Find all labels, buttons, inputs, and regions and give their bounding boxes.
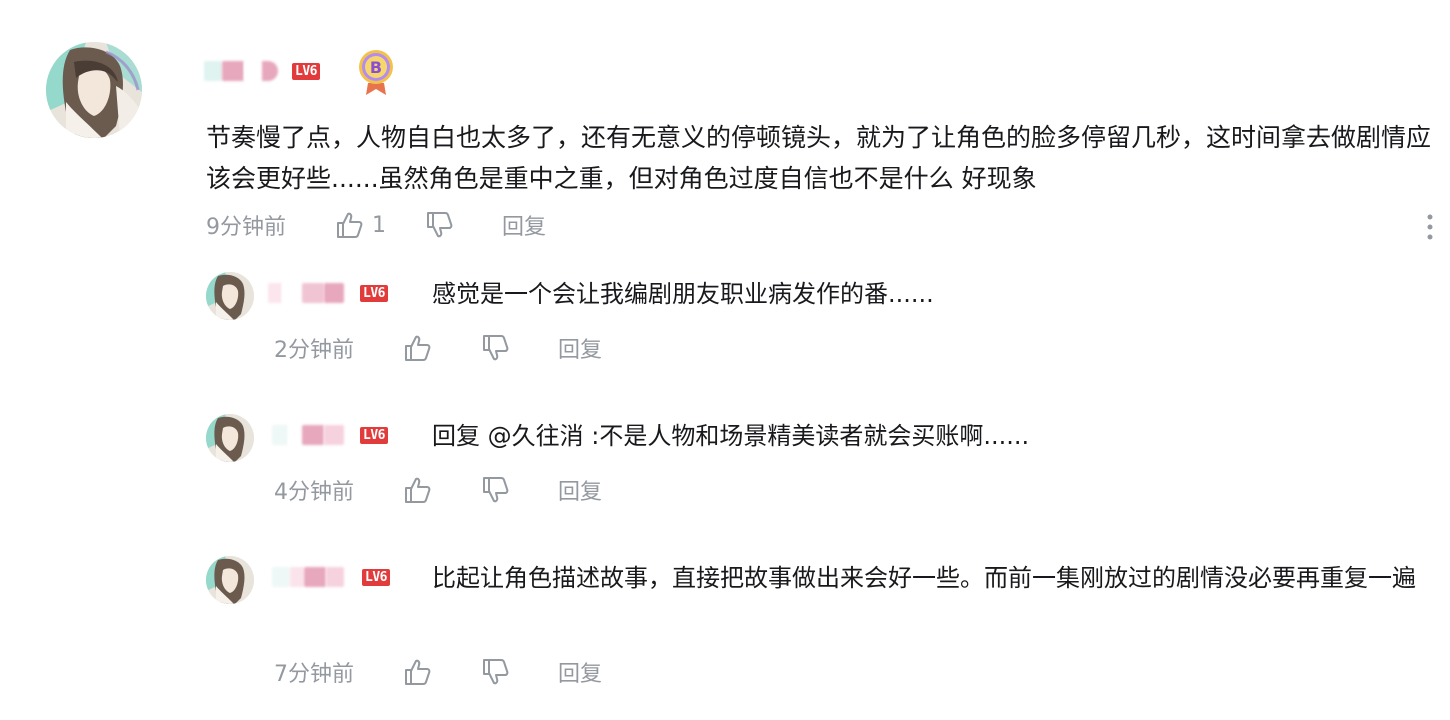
dislike-button[interactable] xyxy=(480,475,510,505)
blurred-username xyxy=(272,425,288,445)
like-button[interactable] xyxy=(402,475,432,505)
blurred-username xyxy=(204,61,222,81)
thumb-down-icon xyxy=(427,212,453,238)
reply-actions: 7分钟前 回复 xyxy=(274,655,602,689)
blurred-username xyxy=(324,425,344,445)
reply-avatar[interactable] xyxy=(206,414,254,462)
like-count: 1 xyxy=(372,212,386,238)
reply-actions: 2分钟前 回复 xyxy=(274,331,602,365)
medal-letter: B xyxy=(370,58,382,77)
avatar-illustration xyxy=(206,272,254,320)
avatar-illustration xyxy=(46,42,142,138)
main-comment-text: 节奏慢了点，人物自白也太多了，还有无意义的停顿镜头，就为了让角色的脸多停留几秒，… xyxy=(206,123,1432,193)
dislike-button[interactable] xyxy=(480,657,510,687)
like-button[interactable] xyxy=(402,333,432,363)
like-button[interactable] xyxy=(402,657,432,687)
thumb-down-icon xyxy=(483,335,509,361)
reply-button[interactable]: 回复 xyxy=(558,332,602,364)
thumb-up-icon xyxy=(405,659,431,685)
reply-prefix: 回复 xyxy=(432,422,488,450)
main-comment-actions: 9分钟前 1 回复 xyxy=(206,208,546,242)
like-button[interactable]: 1 xyxy=(334,210,386,240)
dislike-button[interactable] xyxy=(480,333,510,363)
blurred-username xyxy=(302,425,324,445)
dislike-button[interactable] xyxy=(424,210,454,240)
comment-time: 7分钟前 xyxy=(274,662,354,687)
blurred-username xyxy=(244,61,262,81)
blurred-username xyxy=(288,425,302,445)
level-badge: LV6 xyxy=(360,284,388,302)
thumb-up-icon xyxy=(405,335,431,361)
blurred-username xyxy=(324,283,344,303)
blurred-username xyxy=(302,283,324,303)
level-badge: LV6 xyxy=(292,62,320,80)
comment-time: 4分钟前 xyxy=(274,480,354,505)
comment-time: 9分钟前 xyxy=(206,215,286,240)
level-badge: LV6 xyxy=(360,426,388,444)
blurred-username xyxy=(222,61,244,81)
thumb-down-icon xyxy=(483,659,509,685)
reply-button[interactable]: 回复 xyxy=(558,474,602,506)
reply-avatar[interactable] xyxy=(206,556,254,604)
thumb-up-icon xyxy=(337,212,363,238)
thumb-up-icon xyxy=(405,477,431,503)
blurred-username xyxy=(268,283,282,303)
more-vertical-icon[interactable] xyxy=(1422,212,1438,244)
reply-text: 回复 @久往消 :不是人物和场景精美读者就会买账啊...... xyxy=(432,416,1029,456)
comment-time: 2分钟前 xyxy=(274,338,354,363)
user-mention-link[interactable]: @久往消 xyxy=(488,422,584,450)
reply-button[interactable]: 回复 xyxy=(558,656,602,688)
reply-actions: 4分钟前 回复 xyxy=(274,473,602,507)
reply-button[interactable]: 回复 xyxy=(502,209,546,241)
reply-username[interactable]: LV6 xyxy=(272,420,388,450)
main-comment-avatar[interactable] xyxy=(46,42,142,138)
avatar-illustration xyxy=(206,414,254,462)
reply-text: 比起让角色描述故事，直接把故事做出来会好一些。而前一集刚放过的剧情没必要再重复一… xyxy=(432,564,1416,592)
medal-badge-icon: B xyxy=(356,47,396,95)
thumb-down-icon xyxy=(483,477,509,503)
reply-username[interactable]: LV6 xyxy=(268,278,388,308)
reply-body: :不是人物和场景精美读者就会买账啊...... xyxy=(583,422,1030,450)
reply-avatar[interactable] xyxy=(206,272,254,320)
main-comment-username[interactable]: LV6 B xyxy=(204,50,396,95)
reply-text: 感觉是一个会让我编剧朋友职业病发作的番...... xyxy=(432,280,934,308)
blurred-username xyxy=(262,61,278,81)
avatar-illustration xyxy=(206,556,254,604)
blurred-username xyxy=(282,283,302,303)
